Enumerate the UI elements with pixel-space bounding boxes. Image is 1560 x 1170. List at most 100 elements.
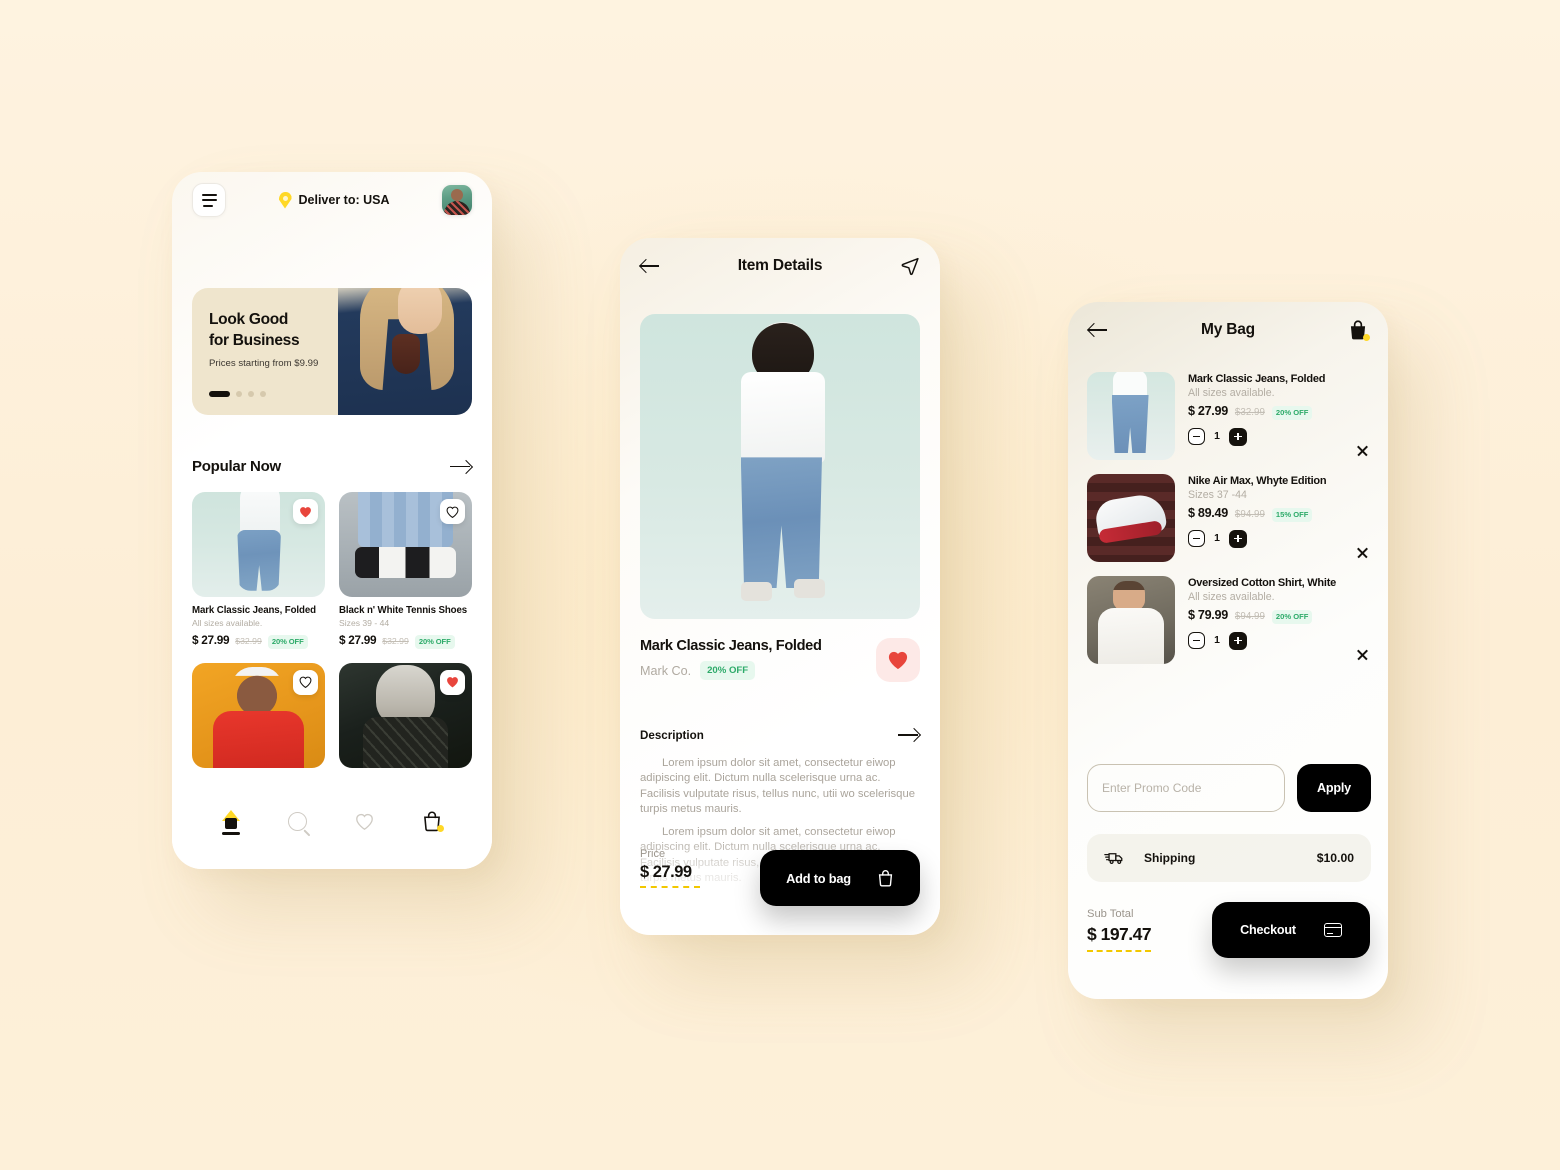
favorite-button[interactable]: [876, 638, 920, 682]
product-price: $ 27.99: [192, 633, 230, 647]
apply-promo-button[interactable]: Apply: [1297, 764, 1371, 812]
product-brand: Mark Co.: [640, 663, 692, 678]
heart-icon: [300, 506, 311, 517]
shopping-bag-icon: [877, 869, 894, 887]
heart-icon: [888, 651, 908, 670]
product-name: Mark Classic Jeans, Folded: [192, 605, 316, 616]
favorite-button[interactable]: [293, 669, 318, 695]
quantity-value: 1: [1214, 533, 1220, 544]
product-thumbnail[interactable]: [339, 492, 472, 597]
bag-item-sub: Sizes 37 -44: [1188, 489, 1247, 501]
shipping-label: Shipping: [1144, 851, 1196, 865]
product-hero-image[interactable]: [640, 314, 920, 619]
banner-title-line1: Look Good: [209, 311, 289, 328]
arrow-right-icon[interactable]: [898, 728, 920, 742]
arrow-right-icon[interactable]: [450, 460, 472, 474]
product-thumbnail[interactable]: [192, 492, 325, 597]
product-name: Black n' White Tennis Shoes: [339, 605, 468, 616]
nav-item-search[interactable]: [288, 811, 307, 831]
heart-icon: [447, 677, 458, 688]
bag-item-old-price: $32.99: [1234, 407, 1265, 418]
carousel-dot[interactable]: [260, 390, 266, 397]
product-discount-badge: 20% OFF: [267, 634, 308, 649]
product-old-price: $32.99: [382, 636, 409, 646]
promo-banner[interactable]: Look Good for Business Prices starting f…: [192, 288, 472, 415]
details-header: Item Details: [620, 238, 940, 294]
bag-item-name: Oversized Cotton Shirt, White: [1188, 577, 1336, 589]
arrow-left-icon[interactable]: [1088, 323, 1108, 337]
send-icon[interactable]: [900, 256, 920, 276]
deliver-to-label: Deliver to: USA: [298, 193, 390, 207]
phone-item-details-screen: Item Details Mark Classic Jeans, Folded …: [620, 238, 940, 935]
bag-item-discount-badge: 15% OFF: [1271, 507, 1313, 522]
product-price: $ 27.99: [339, 633, 377, 647]
carousel-dot-active[interactable]: [209, 390, 230, 397]
bag-item-row: Nike Air Max, Whyte Edition Sizes 37 -44…: [1087, 474, 1371, 562]
bag-items-list: Mark Classic Jeans, Folded All sizes ava…: [1087, 372, 1371, 678]
bag-item-discount-badge: 20% OFF: [1271, 405, 1313, 420]
subtotal-label: Sub Total: [1087, 908, 1134, 920]
arrow-left-icon[interactable]: [640, 259, 660, 273]
phone-my-bag-screen: My Bag Mark Classic Jeans, Folded All si…: [1068, 302, 1388, 999]
carousel-dot[interactable]: [248, 390, 254, 397]
price-label: Price: [640, 848, 666, 860]
truck-icon: [1104, 850, 1126, 866]
carousel-dot[interactable]: [236, 390, 242, 397]
quantity-decrease-button[interactable]: [1188, 632, 1205, 649]
promo-code-input[interactable]: [1087, 764, 1285, 812]
banner-title-line2: for Business: [209, 331, 300, 349]
remove-item-button[interactable]: [1356, 444, 1369, 457]
quantity-decrease-button[interactable]: [1188, 428, 1205, 445]
bag-item-thumbnail[interactable]: [1087, 474, 1175, 562]
map-pin-icon: [278, 191, 292, 209]
quantity-decrease-button[interactable]: [1188, 530, 1205, 547]
bag-item-price: $ 89.49: [1188, 506, 1228, 520]
banner-carousel-dots[interactable]: [209, 390, 266, 397]
user-avatar[interactable]: [442, 185, 472, 215]
banner-subtitle: Prices starting from $9.99: [209, 358, 319, 370]
remove-item-button[interactable]: [1356, 546, 1369, 559]
favorite-button[interactable]: [293, 499, 318, 524]
hamburger-icon: [201, 193, 217, 196]
credit-card-icon: [1323, 923, 1342, 937]
checkout-button[interactable]: Checkout: [1212, 902, 1370, 958]
bag-item-thumbnail[interactable]: [1087, 372, 1175, 460]
phone-home-screen: Deliver to: USA Look Good for Business P…: [172, 172, 492, 869]
bag-badge-dot: [1362, 333, 1370, 341]
minus-icon: [1193, 435, 1200, 438]
quantity-increase-button[interactable]: [1229, 427, 1247, 446]
deliver-to-selector[interactable]: Deliver to: USA: [226, 191, 442, 209]
product-card[interactable]: Black n' White Tennis Shoes Sizes 39 - 4…: [339, 492, 472, 649]
product-card[interactable]: [192, 662, 325, 768]
quantity-value: 1: [1214, 431, 1220, 442]
product-thumbnail[interactable]: [192, 662, 325, 768]
promo-code-section: Apply: [1087, 764, 1371, 812]
add-to-bag-button[interactable]: Add to bag: [760, 850, 920, 906]
shipping-value: $10.00: [1316, 851, 1354, 865]
quantity-stepper: 1: [1188, 427, 1371, 446]
heart-icon: [356, 813, 373, 830]
hamburger-menu-button[interactable]: [192, 183, 226, 217]
price-underline: [640, 886, 700, 888]
minus-icon: [1193, 639, 1200, 642]
bag-item-thumbnail[interactable]: [1087, 576, 1175, 664]
product-card[interactable]: [339, 662, 472, 768]
remove-item-button[interactable]: [1356, 648, 1369, 661]
popular-now-header: Popular Now: [192, 458, 472, 475]
product-card[interactable]: Mark Classic Jeans, Folded All sizes ava…: [192, 492, 325, 649]
minus-icon: [1193, 537, 1200, 540]
product-thumbnail[interactable]: [339, 662, 472, 768]
nav-item-bag[interactable]: [422, 810, 444, 832]
favorite-button[interactable]: [440, 499, 465, 524]
price-value: $ 27.99: [640, 863, 692, 881]
quantity-increase-button[interactable]: [1229, 631, 1247, 650]
quantity-increase-button[interactable]: [1229, 529, 1247, 548]
bag-item-old-price: $94.99: [1234, 611, 1265, 622]
nav-item-home[interactable]: [222, 810, 240, 835]
shopping-bag-icon[interactable]: [1348, 319, 1370, 341]
favorite-button[interactable]: [440, 669, 465, 695]
nav-item-favorites[interactable]: [355, 813, 374, 830]
bottom-navigation: [172, 791, 492, 869]
bag-item-image: [1087, 474, 1175, 562]
heart-icon: [446, 506, 459, 518]
